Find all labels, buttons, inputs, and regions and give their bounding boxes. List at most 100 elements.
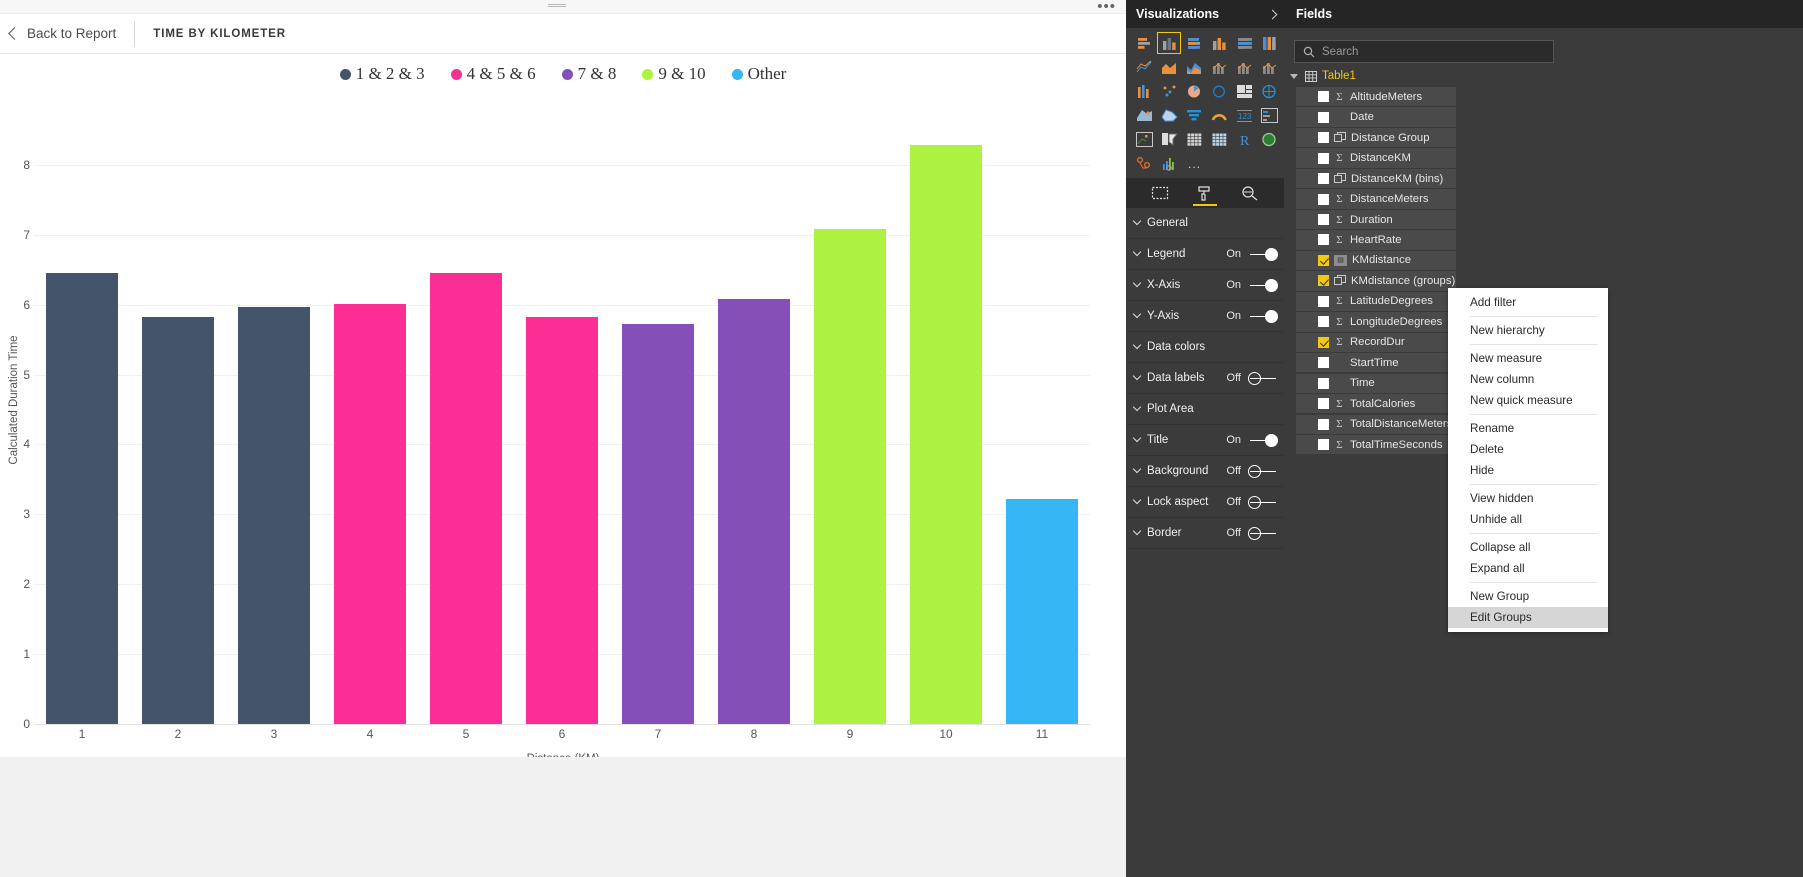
context-menu-item[interactable]: New measure: [1448, 348, 1608, 369]
field-row[interactable]: KMdistance (groups): [1296, 271, 1456, 291]
legend-item[interactable]: 7 & 8: [561, 64, 616, 84]
legend-item[interactable]: 9 & 10: [642, 64, 706, 84]
stacked-area-chart-icon[interactable]: [1182, 56, 1206, 78]
line-and-clustered-column-icon[interactable]: [1232, 56, 1256, 78]
chart-bar[interactable]: [622, 323, 694, 724]
field-checkbox[interactable]: [1318, 439, 1329, 451]
chevron-down-icon[interactable]: [1132, 495, 1142, 505]
chevron-down-icon[interactable]: [1132, 340, 1142, 350]
format-section-row[interactable]: Lock aspect Off: [1126, 487, 1284, 518]
context-menu-item[interactable]: Collapse all: [1448, 537, 1608, 558]
format-section-row[interactable]: X-Axis On: [1126, 270, 1284, 301]
field-checkbox[interactable]: [1318, 254, 1329, 266]
field-checkbox[interactable]: [1318, 398, 1329, 410]
format-section-row[interactable]: Background Off: [1126, 456, 1284, 487]
legend-item[interactable]: 4 & 5 & 6: [450, 64, 536, 84]
chart-bar[interactable]: [334, 304, 406, 724]
area-chart-icon[interactable]: [1157, 56, 1181, 78]
context-menu-item[interactable]: View hidden: [1448, 488, 1608, 509]
field-row[interactable]: ΣStartTime: [1296, 353, 1456, 373]
chevron-down-icon[interactable]: [1132, 526, 1142, 536]
chart-bar[interactable]: [430, 273, 502, 724]
search-input[interactable]: Search: [1294, 40, 1554, 63]
chart-bar[interactable]: [142, 316, 214, 724]
card-icon[interactable]: 123: [1232, 104, 1256, 126]
expand-triangle-icon[interactable]: [1290, 73, 1298, 79]
field-row[interactable]: Distance Group: [1296, 127, 1456, 148]
field-row[interactable]: Σ LongitudeDegrees: [1296, 312, 1456, 332]
context-menu-item[interactable]: Add filter: [1448, 292, 1608, 313]
context-menu-item[interactable]: Unhide all: [1448, 509, 1608, 530]
slicer-icon[interactable]: [1157, 128, 1181, 150]
field-row[interactable]: Σ TotalDistanceMeters: [1296, 414, 1456, 434]
field-row[interactable]: Σ TotalTimeSeconds: [1296, 435, 1456, 455]
map-icon[interactable]: [1257, 80, 1281, 102]
context-menu-item[interactable]: New hierarchy: [1448, 320, 1608, 341]
format-toggle-switch[interactable]: [1248, 433, 1278, 447]
more-visuals-icon[interactable]: ...: [1182, 152, 1206, 174]
field-row[interactable]: DistanceKM (bins): [1296, 168, 1456, 189]
field-row[interactable]: Σ Duration: [1296, 209, 1456, 230]
format-section-row[interactable]: Border Off: [1126, 518, 1284, 549]
hundred-percent-stacked-column-icon[interactable]: [1257, 32, 1281, 54]
field-checkbox[interactable]: [1318, 111, 1329, 123]
arcgis-map-icon[interactable]: [1257, 128, 1281, 150]
field-checkbox[interactable]: [1318, 316, 1329, 328]
funnel-icon[interactable]: [1182, 104, 1206, 126]
field-checkbox[interactable]: [1318, 152, 1329, 164]
field-row[interactable]: Σ TotalCalories: [1296, 394, 1456, 414]
legend-item[interactable]: 1 & 2 & 3: [339, 64, 425, 84]
chevron-down-icon[interactable]: [1132, 247, 1142, 257]
field-checkbox[interactable]: [1318, 357, 1329, 369]
chart-bar[interactable]: [814, 229, 886, 724]
context-menu-item[interactable]: Edit Groups: [1448, 607, 1608, 628]
stacked-bar-chart-icon[interactable]: [1132, 32, 1156, 54]
table-node-table1[interactable]: Table1: [1284, 63, 1803, 87]
waterfall-chart-icon[interactable]: [1132, 80, 1156, 102]
hundred-percent-stacked-bar-icon[interactable]: [1232, 32, 1256, 54]
fields-tab[interactable]: [1145, 180, 1175, 206]
chart-plot-area[interactable]: Calculated Duration Time 0 1 2 3 4 5 6 7 8 1 2 3 4 5…: [0, 94, 1126, 765]
chart-bar[interactable]: [46, 273, 118, 724]
power-kpi-icon[interactable]: [1157, 152, 1181, 174]
matrix-icon[interactable]: [1207, 128, 1231, 150]
field-checkbox[interactable]: [1318, 377, 1329, 389]
table-icon[interactable]: [1182, 128, 1206, 150]
format-toggle-switch[interactable]: [1248, 309, 1278, 323]
chevron-right-icon[interactable]: [1267, 9, 1278, 19]
field-row[interactable]: ΣTime: [1296, 373, 1456, 393]
field-checkbox[interactable]: [1318, 132, 1329, 144]
ribbon-chart-icon[interactable]: [1257, 56, 1281, 78]
format-toggle-switch[interactable]: [1248, 278, 1278, 292]
analytics-tab[interactable]: [1235, 180, 1265, 206]
field-row[interactable]: ▤ KMdistance: [1296, 250, 1456, 271]
multi-row-card-icon[interactable]: [1257, 104, 1281, 126]
drag-handle-icon[interactable]: [548, 4, 566, 7]
pie-chart-icon[interactable]: [1182, 80, 1206, 102]
chart-bar[interactable]: [526, 317, 598, 724]
format-section-row[interactable]: Y-Axis On: [1126, 301, 1284, 332]
format-section-row[interactable]: Plot Area: [1126, 394, 1284, 425]
chart-bar[interactable]: [238, 306, 310, 724]
context-menu-item[interactable]: New Group: [1448, 586, 1608, 607]
back-to-report-button[interactable]: Back to Report: [0, 26, 116, 41]
field-row[interactable]: Σ DistanceMeters: [1296, 189, 1456, 209]
field-row[interactable]: ΣDate: [1296, 107, 1456, 127]
filled-map-icon[interactable]: [1132, 104, 1156, 126]
more-options-icon[interactable]: •••: [1097, 0, 1116, 14]
chevron-down-icon[interactable]: [1132, 402, 1142, 412]
column-chart-icon[interactable]: [1207, 32, 1231, 54]
format-toggle-switch[interactable]: [1248, 495, 1278, 509]
kpi-icon[interactable]: [1132, 128, 1156, 150]
field-row[interactable]: Σ AltitudeMeters: [1296, 87, 1456, 107]
field-checkbox[interactable]: [1318, 336, 1329, 348]
field-checkbox[interactable]: [1318, 214, 1329, 225]
donut-chart-icon[interactable]: [1207, 80, 1231, 102]
context-menu-item[interactable]: Rename: [1448, 418, 1608, 439]
clustered-bar-chart-icon[interactable]: [1182, 32, 1206, 54]
chevron-down-icon[interactable]: [1132, 371, 1142, 381]
chart-bar[interactable]: [718, 299, 790, 724]
chevron-down-icon[interactable]: [1132, 278, 1142, 288]
field-checkbox[interactable]: [1318, 91, 1329, 103]
shape-map-icon[interactable]: [1157, 104, 1181, 126]
